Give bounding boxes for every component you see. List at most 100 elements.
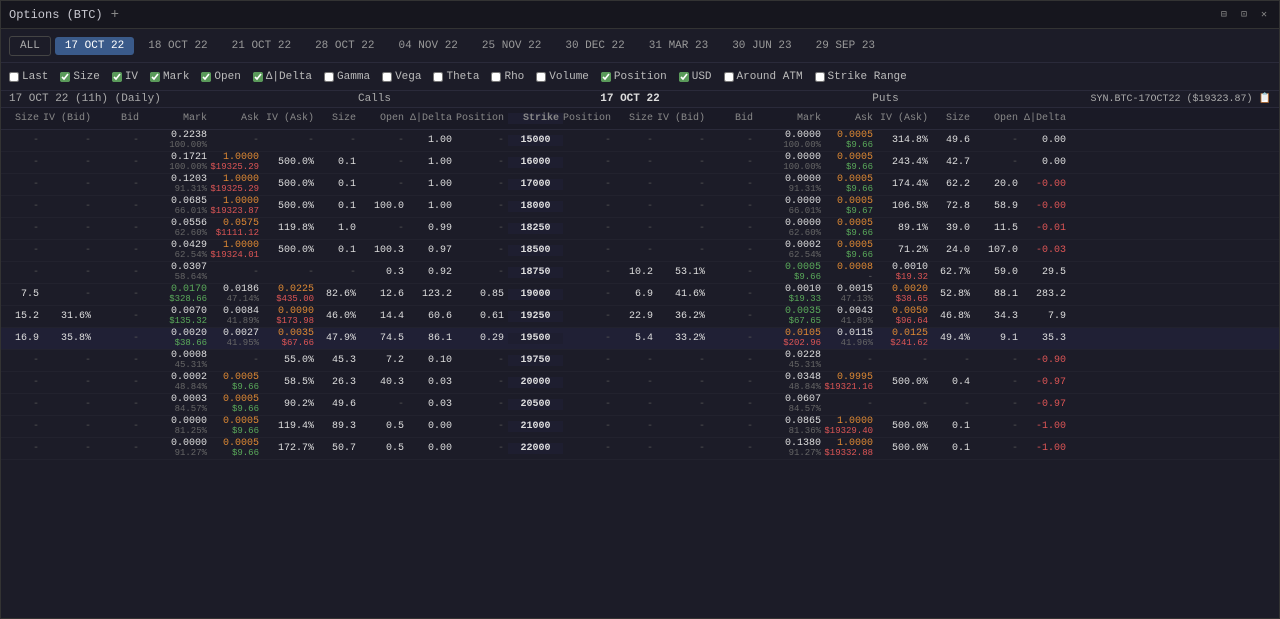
opt-around-atm[interactable]: Around ATM xyxy=(724,71,803,83)
tab-28oct22[interactable]: 28 OCT 22 xyxy=(305,37,384,55)
opt-mark[interactable]: Mark xyxy=(150,71,189,83)
c-size2: 89.3 xyxy=(318,421,360,432)
c-mark: 0.0170$328.66 xyxy=(143,284,211,305)
tab-17oct22[interactable]: 17 OCT 22 xyxy=(55,37,134,55)
c-position: 0.85 xyxy=(456,289,508,300)
opt-position-checkbox[interactable] xyxy=(601,72,611,82)
c-ivask2: 314.8% xyxy=(877,135,932,146)
opt-iv-checkbox[interactable] xyxy=(112,72,122,82)
c-bid2: - xyxy=(709,399,757,410)
opt-strike-range[interactable]: Strike Range xyxy=(815,71,907,83)
c-position: - xyxy=(456,377,508,388)
c-open2: - xyxy=(974,135,1022,146)
c-ivask2: 500.0% xyxy=(877,443,932,454)
c-size2: 0.1 xyxy=(318,201,360,212)
c-ask2: - xyxy=(825,355,877,366)
c-delta: 0.10 xyxy=(408,355,456,366)
c-ivask: 0.0225$435.00 xyxy=(263,284,318,305)
c-size4: 24.0 xyxy=(932,245,974,256)
c-ivask2: 89.1% xyxy=(877,223,932,234)
opt-gamma[interactable]: Gamma xyxy=(324,71,370,83)
opt-vega-checkbox[interactable] xyxy=(382,72,392,82)
tab-30dec22[interactable]: 30 DEC 22 xyxy=(555,37,634,55)
c-ask2: 0.004341.89% xyxy=(825,306,877,327)
c-size2: 26.3 xyxy=(318,377,360,388)
c-delta: 0.00 xyxy=(408,421,456,432)
opt-rho[interactable]: Rho xyxy=(491,71,524,83)
c-ivbid2: - xyxy=(657,355,709,366)
opt-rho-checkbox[interactable] xyxy=(491,72,501,82)
c-ivask: - xyxy=(263,135,318,146)
opt-position[interactable]: Position xyxy=(601,71,667,83)
tab-04nov22[interactable]: 04 NOV 22 xyxy=(389,37,468,55)
opt-open[interactable]: Open xyxy=(201,71,240,83)
c-ivbid2: - xyxy=(657,421,709,432)
tab-21oct22[interactable]: 21 OCT 22 xyxy=(222,37,301,55)
c-mark: 0.055662.60% xyxy=(143,218,211,239)
opt-usd[interactable]: USD xyxy=(679,71,712,83)
c-size: - xyxy=(1,443,43,454)
c-strike: 18250 xyxy=(508,223,563,234)
c-mark2: 0.0035$67.65 xyxy=(757,306,825,327)
puts-label: Puts xyxy=(720,93,1051,105)
tab-25nov22[interactable]: 25 NOV 22 xyxy=(472,37,551,55)
c-delta2: -1.00 xyxy=(1022,443,1070,454)
c-size4: 39.0 xyxy=(932,223,974,234)
c-size2: 49.6 xyxy=(318,399,360,410)
tab-all[interactable]: ALL xyxy=(9,36,51,56)
c-strike: 18000 xyxy=(508,201,563,212)
c-mark2: 0.034848.84% xyxy=(757,372,825,393)
opt-gamma-checkbox[interactable] xyxy=(324,72,334,82)
c-ask2: 0.0008- xyxy=(825,262,877,283)
opt-mark-checkbox[interactable] xyxy=(150,72,160,82)
c-ivask2: 243.4% xyxy=(877,157,932,168)
tab-31mar23[interactable]: 31 MAR 23 xyxy=(639,37,718,55)
opt-volume-checkbox[interactable] xyxy=(536,72,546,82)
c-size2: 50.7 xyxy=(318,443,360,454)
c-mark2: 0.0105$202.96 xyxy=(757,328,825,349)
opt-around-atm-checkbox[interactable] xyxy=(724,72,734,82)
opt-vega[interactable]: Vega xyxy=(382,71,421,83)
c-ivbid2: - xyxy=(657,201,709,212)
opt-open-checkbox[interactable] xyxy=(201,72,211,82)
c-ask2: 0.001547.13% xyxy=(825,284,877,305)
opt-size[interactable]: Size xyxy=(60,71,99,83)
c-size3: - xyxy=(615,399,657,410)
c-open: 14.4 xyxy=(360,311,408,322)
close-button[interactable]: ✕ xyxy=(1257,7,1271,23)
table-row: 7.5 - - 0.0170$328.66 0.018647.14% 0.022… xyxy=(1,284,1279,306)
opt-size-checkbox[interactable] xyxy=(60,72,70,82)
hdr-ivbid2: IV (Bid) xyxy=(657,113,709,124)
minimize-button[interactable]: ⊟ xyxy=(1217,7,1231,23)
c-ivask2: 500.0% xyxy=(877,377,932,388)
opt-volume[interactable]: Volume xyxy=(536,71,589,83)
c-size3: 22.9 xyxy=(615,311,657,322)
add-tab-button[interactable]: + xyxy=(111,7,119,23)
opt-theta[interactable]: Theta xyxy=(433,71,479,83)
tab-29sep23[interactable]: 29 SEP 23 xyxy=(806,37,885,55)
tab-30jun23[interactable]: 30 JUN 23 xyxy=(722,37,801,55)
c-delta: 123.2 xyxy=(408,289,456,300)
opt-delta-checkbox[interactable] xyxy=(253,72,263,82)
tab-18oct22[interactable]: 18 OCT 22 xyxy=(138,37,217,55)
opt-iv[interactable]: IV xyxy=(112,71,138,83)
opt-usd-checkbox[interactable] xyxy=(679,72,689,82)
c-ivbid: - xyxy=(43,179,95,190)
c-bid: - xyxy=(95,135,143,146)
c-mark: 0.000091.27% xyxy=(143,438,211,459)
c-size: 7.5 xyxy=(1,289,43,300)
opt-last[interactable]: Last xyxy=(9,71,48,83)
c-ask: - xyxy=(211,135,263,146)
opt-theta-checkbox[interactable] xyxy=(433,72,443,82)
hdr-delta2: Δ|Delta xyxy=(1022,113,1070,124)
c-bid: - xyxy=(95,311,143,322)
opt-last-checkbox[interactable] xyxy=(9,72,19,82)
c-bid2: - xyxy=(709,289,757,300)
table-row: - - - 0.1721100.00% 1.0000$19325.29 500.… xyxy=(1,152,1279,174)
c-size2: 45.3 xyxy=(318,355,360,366)
opt-strike-range-checkbox[interactable] xyxy=(815,72,825,82)
opt-delta[interactable]: Δ|Delta xyxy=(253,71,312,83)
hdr-mark2: Mark xyxy=(757,113,825,124)
hdr-open: Open xyxy=(360,113,408,124)
maximize-button[interactable]: ⊡ xyxy=(1237,7,1251,23)
